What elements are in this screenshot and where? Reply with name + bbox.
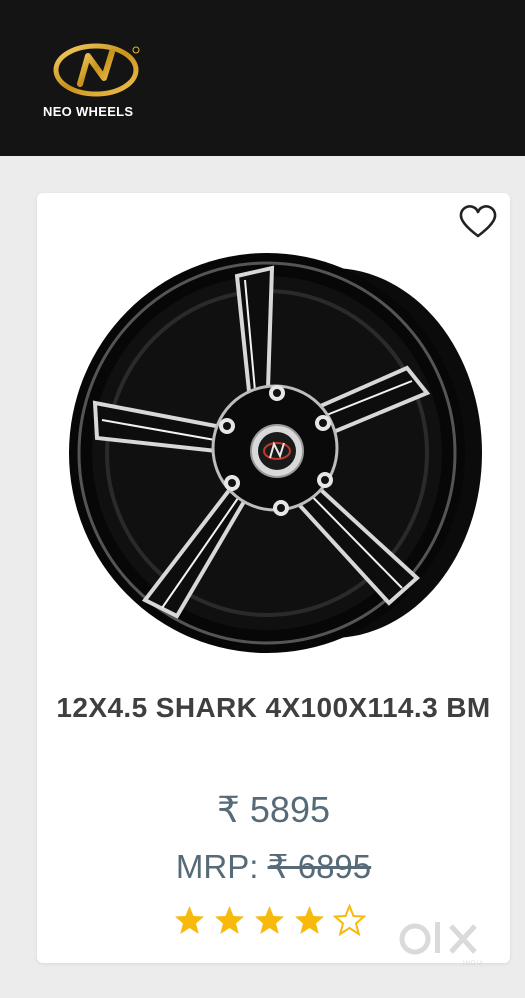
star-rating: [173, 904, 373, 938]
product-price: ₹ 5895: [217, 789, 330, 830]
star-filled-icon: [215, 906, 244, 934]
product-mrp: MRP: ₹ 6895: [37, 847, 510, 886]
mrp-value: ₹ 6895: [267, 848, 372, 885]
wishlist-heart-icon[interactable]: [458, 204, 498, 240]
brand-name: NEO WHEELS: [43, 104, 134, 119]
star-filled-icon: [175, 906, 204, 934]
brand-logo[interactable]: NEO WHEELS: [40, 38, 160, 123]
star-filled-icon: [255, 906, 284, 934]
star-outline-icon: [333, 904, 366, 937]
neo-wheels-logo-icon: [53, 43, 140, 97]
olx-watermark-logo: INDIA: [399, 922, 484, 967]
app-header: NEO WHEELS: [0, 0, 525, 156]
mrp-label: MRP:: [175, 848, 259, 885]
star-filled-icon: [295, 906, 324, 934]
svg-text:INDIA: INDIA: [463, 961, 484, 967]
product-image-wheel[interactable]: [67, 248, 487, 658]
product-title: 12X4.5 SHARK 4X100X114.3 BM: [56, 692, 491, 723]
product-card[interactable]: 12X4.5 SHARK 4X100X114.3 BM ₹ 5895 MRP: …: [37, 193, 510, 963]
